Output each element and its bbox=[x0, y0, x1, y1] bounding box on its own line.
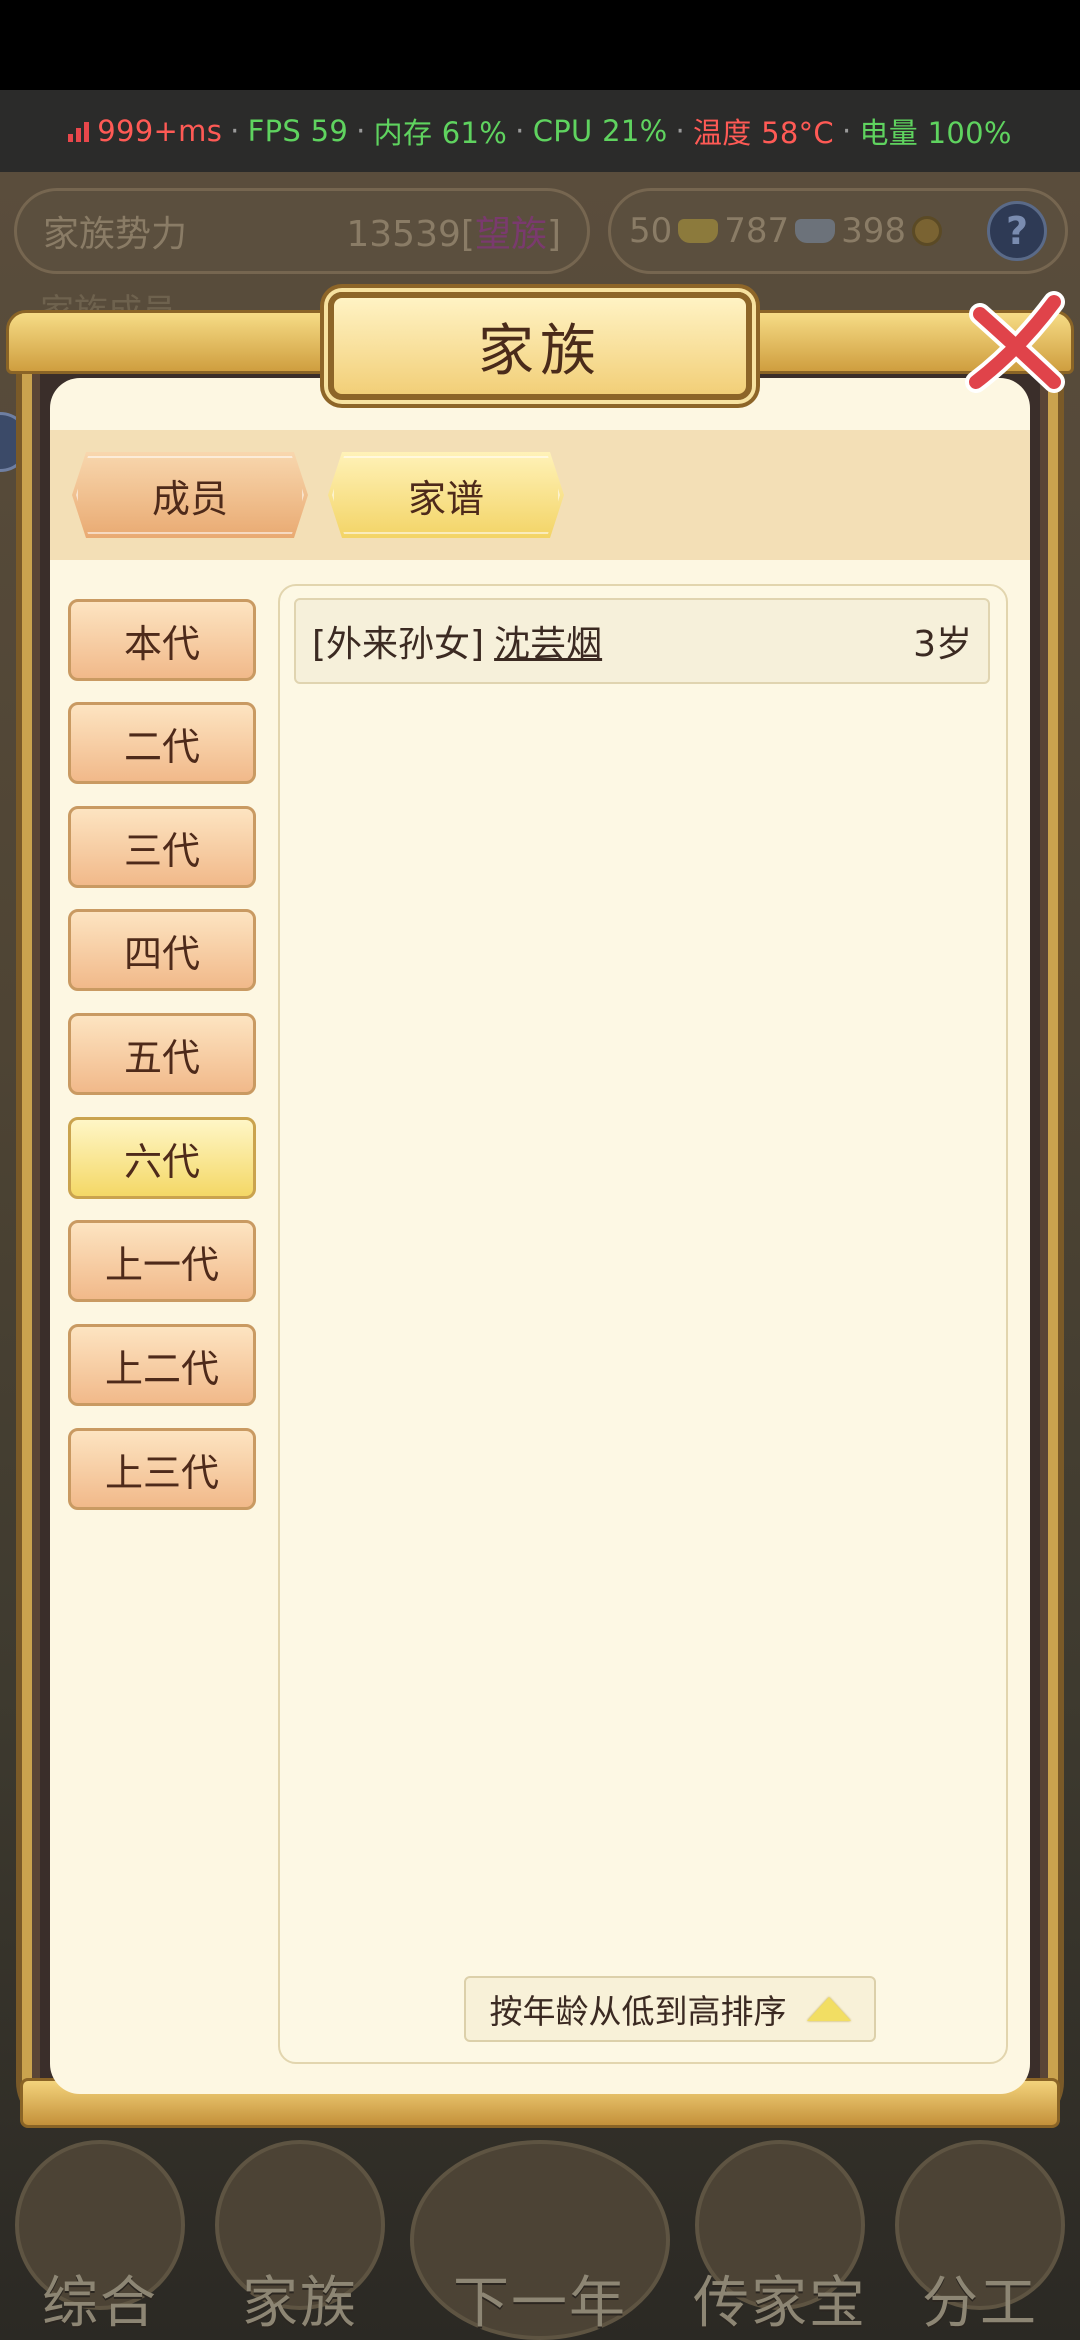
silver-count: 787 bbox=[724, 211, 790, 251]
generation-button-prev-3[interactable]: 上三代 bbox=[68, 1428, 256, 1510]
member-name-link[interactable]: 沈芸烟 bbox=[494, 615, 602, 667]
sort-label: 按年龄从低到高排序 bbox=[489, 1992, 787, 2031]
generation-button-prev-1[interactable]: 上一代 bbox=[68, 1220, 256, 1302]
system-status-bar bbox=[0, 0, 1080, 90]
currency-panel: 50 787 398 ? bbox=[608, 188, 1068, 274]
family-tree-list bbox=[278, 584, 1008, 2064]
nav-division[interactable]: 分工 bbox=[880, 2140, 1080, 2336]
generation-button-2[interactable]: 二代 bbox=[68, 702, 256, 784]
family-power-panel: 家族势力 13539[望族] bbox=[14, 188, 590, 274]
tab-family-tree[interactable]: 家谱 bbox=[328, 452, 564, 538]
memory-value: 内存 61% bbox=[373, 116, 508, 150]
copper-coin-icon bbox=[912, 216, 943, 246]
gold-count: 50 bbox=[629, 211, 673, 251]
nav-family[interactable]: 家族 bbox=[200, 2140, 400, 2336]
help-icon[interactable]: ? bbox=[987, 201, 1047, 261]
tab-members[interactable]: 成员 bbox=[72, 452, 308, 538]
sort-ascending-icon bbox=[806, 1997, 851, 2021]
cpu-value: CPU 21% bbox=[532, 114, 668, 148]
generation-button-6[interactable]: 六代 bbox=[68, 1117, 256, 1199]
nav-overview[interactable]: 综合 bbox=[0, 2140, 200, 2336]
sort-by-age-button[interactable]: 按年龄从低到高排序 bbox=[464, 1976, 876, 2042]
silver-ingot-icon bbox=[795, 219, 836, 243]
battery-value: 电量 100% bbox=[859, 116, 1012, 150]
generation-button-current[interactable]: 本代 bbox=[68, 599, 256, 681]
list-item[interactable]: [外来孙女] 沈芸烟 3岁 bbox=[294, 598, 990, 684]
gold-ingot-icon bbox=[678, 219, 719, 243]
generation-button-3[interactable]: 三代 bbox=[68, 806, 256, 888]
family-rank-tag: 望族 bbox=[474, 214, 547, 255]
latency-value: 999+ms bbox=[97, 114, 223, 148]
performance-overlay: 999+ms · FPS 59 · 内存 61% · CPU 21% · 温度 … bbox=[0, 90, 1080, 172]
fps-value: FPS 59 bbox=[247, 114, 349, 148]
generation-button-5[interactable]: 五代 bbox=[68, 1013, 256, 1095]
coin-count: 398 bbox=[841, 211, 907, 251]
signal-icon bbox=[68, 120, 90, 142]
dialog-title: 家族 bbox=[328, 292, 752, 400]
temperature-value: 温度 58°C bbox=[692, 116, 834, 150]
close-button[interactable] bbox=[958, 286, 1074, 402]
member-relation: [外来孙女] bbox=[312, 624, 485, 665]
nav-next-year[interactable]: 下一年 bbox=[400, 2140, 680, 2340]
family-power-label: 家族势力 bbox=[43, 214, 188, 255]
nav-heirloom[interactable]: 传家宝 bbox=[680, 2140, 880, 2336]
generation-button-prev-2[interactable]: 上二代 bbox=[68, 1324, 256, 1406]
member-age: 3岁 bbox=[913, 624, 972, 665]
generation-button-4[interactable]: 四代 bbox=[68, 909, 256, 991]
close-icon bbox=[965, 291, 1065, 393]
family-power-value: 13539 bbox=[346, 214, 461, 255]
